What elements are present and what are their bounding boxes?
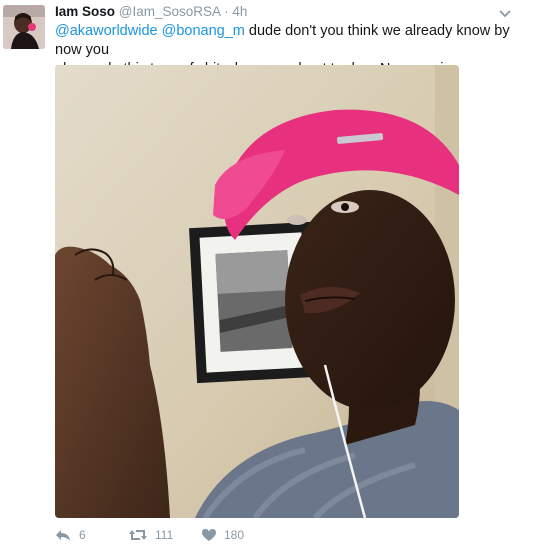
author-handle[interactable]: @Iam_SosoRSA [119, 4, 221, 19]
mention-akaworldwide[interactable]: @akaworldwide [55, 23, 158, 39]
tweet: Iam Soso @Iam_SosoRSA · 4h @akaworldwide… [0, 0, 537, 556]
like-button[interactable]: 180 [202, 528, 244, 542]
tweet-actions: 6 111 180 [55, 528, 355, 548]
retweet-count: 111 [155, 528, 174, 542]
separator: · [224, 4, 229, 19]
retweet-button[interactable]: 111 [129, 528, 173, 542]
reply-count: 6 [79, 528, 86, 542]
author-name[interactable]: Iam Soso [55, 4, 115, 19]
like-count: 180 [224, 528, 245, 542]
heart-icon [202, 528, 216, 542]
retweet-icon [129, 528, 147, 542]
chevron-down-icon[interactable] [498, 6, 512, 18]
reply-button[interactable]: 6 [55, 528, 86, 542]
reply-icon [55, 528, 71, 542]
timestamp[interactable]: 4h [232, 4, 247, 19]
avatar[interactable] [3, 5, 45, 49]
tweet-photo[interactable] [55, 65, 459, 518]
tweet-header: Iam Soso @Iam_SosoRSA · 4h [55, 4, 247, 19]
mention-bonang[interactable]: @bonang_m [162, 23, 245, 39]
